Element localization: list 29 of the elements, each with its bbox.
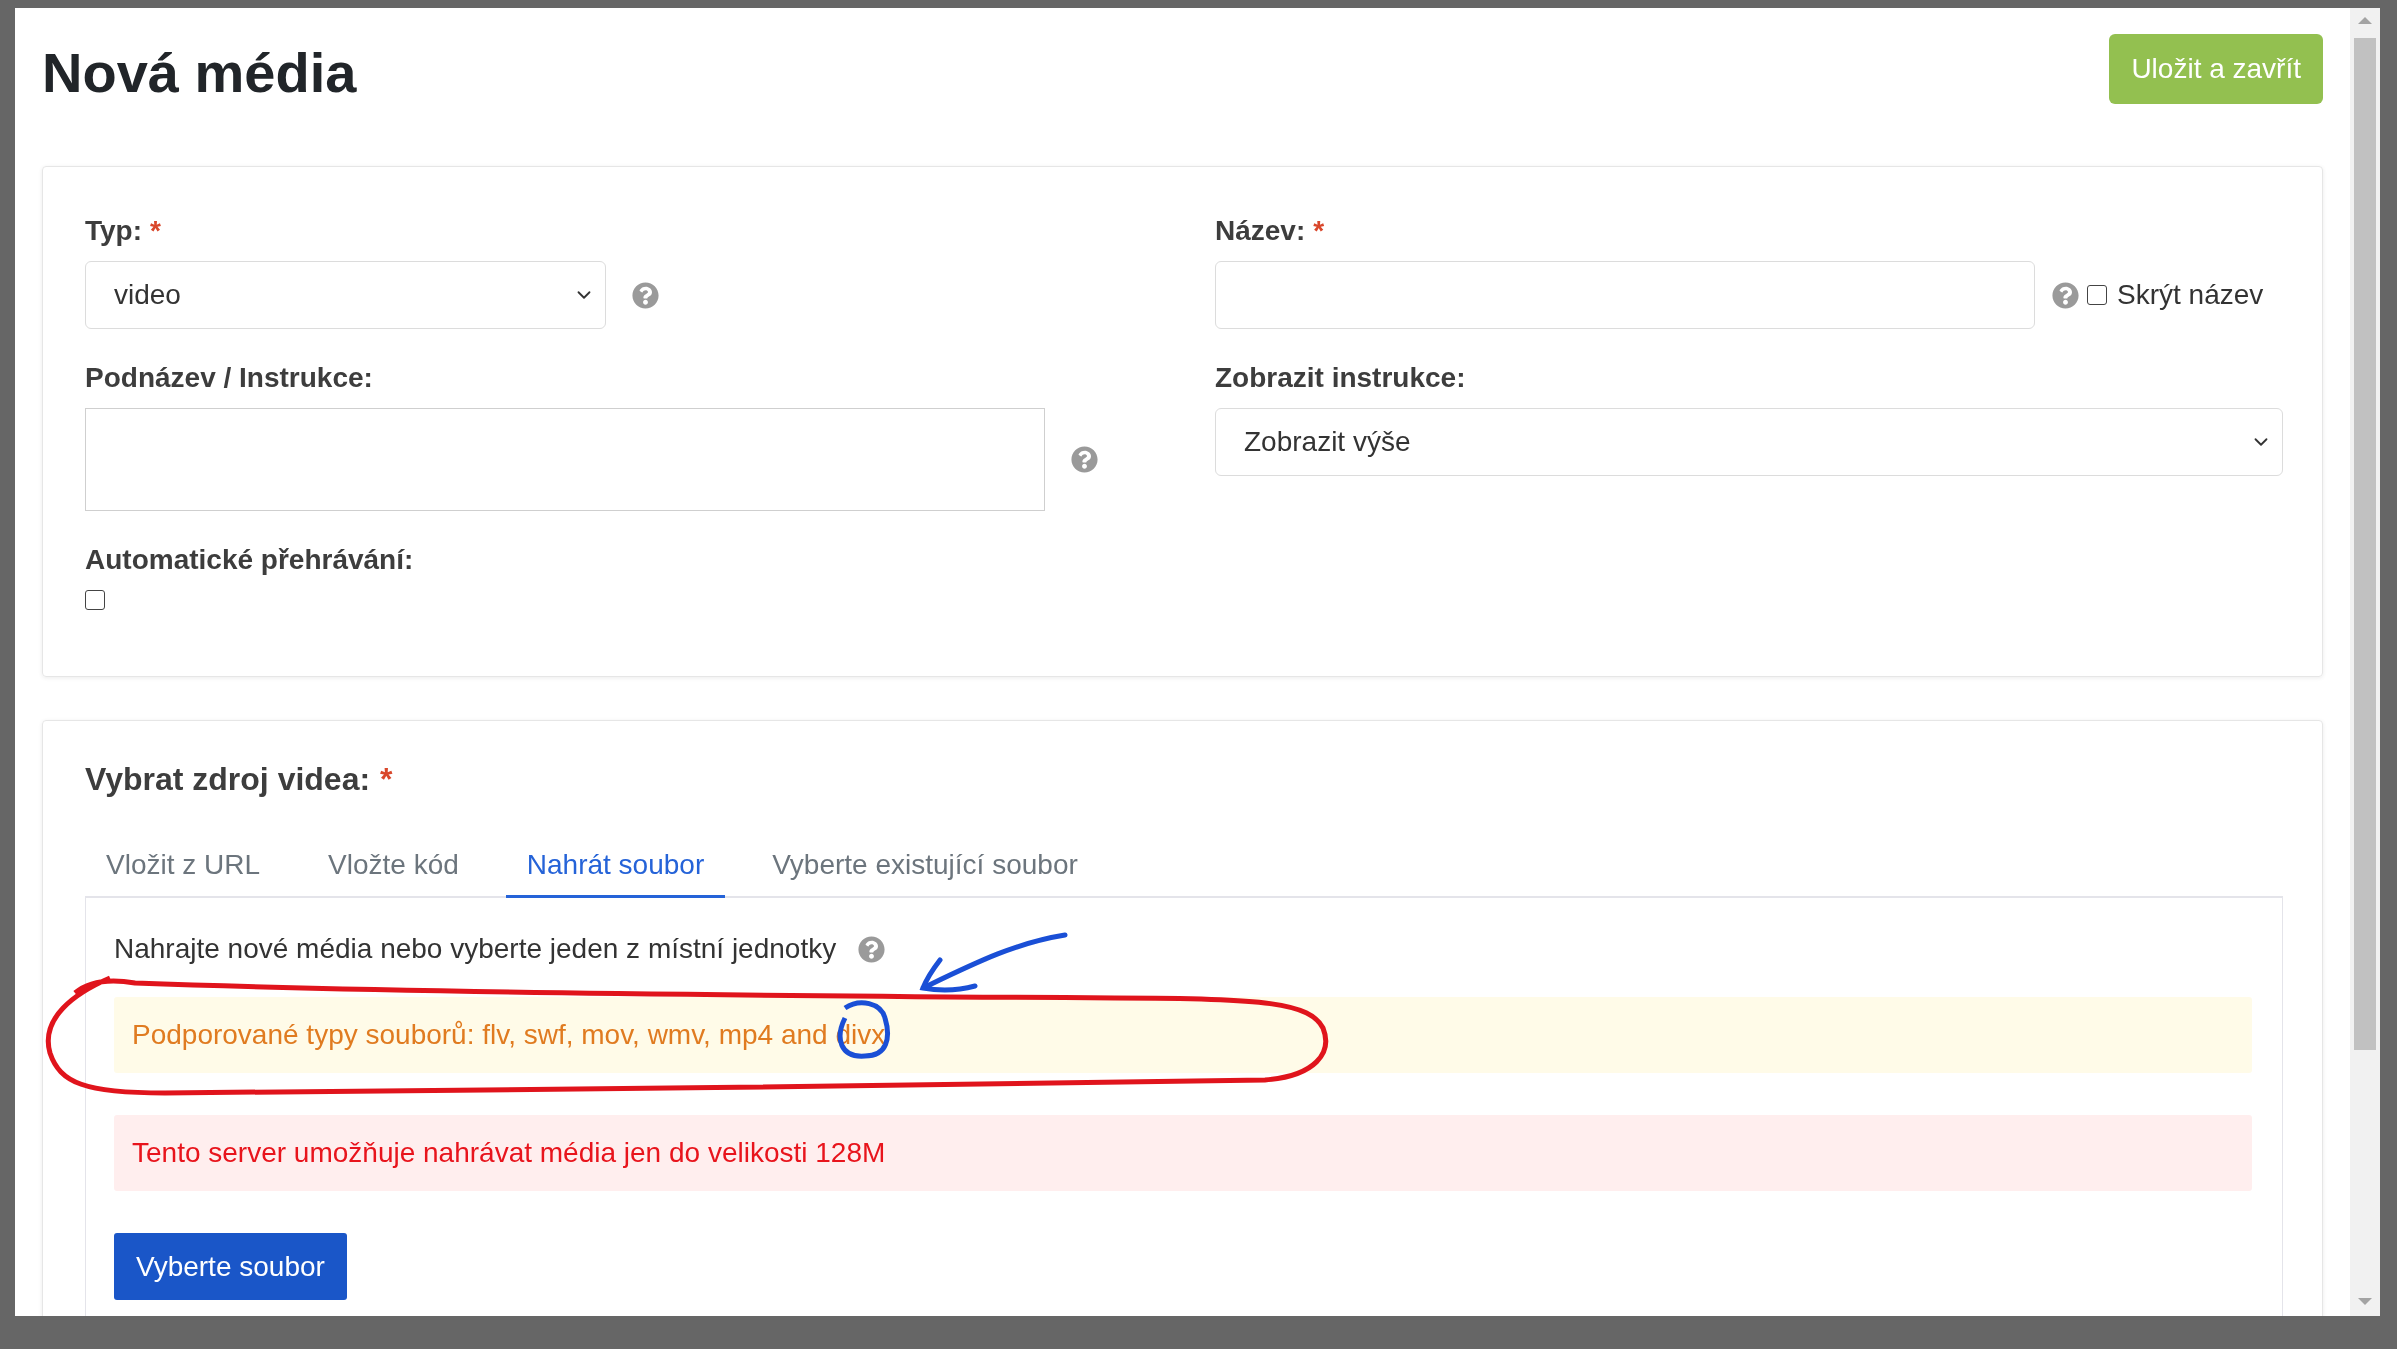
show-instructions-select[interactable]: Zobrazit výše <box>1215 408 2283 476</box>
subtitle-textarea[interactable] <box>85 408 1045 511</box>
field-label: Typ: <box>85 215 143 247</box>
help-icon[interactable] <box>632 281 659 309</box>
section-heading: Vybrat zdroj videa: <box>85 761 371 798</box>
upload-description: Nahrajte nové média nebo vyberte jeden z místní jednotky <box>114 933 837 965</box>
type-select[interactable]: video <box>85 261 606 329</box>
choose-file-button[interactable]: Vyberte soubor <box>114 1233 347 1300</box>
size-limit-notice: Tento server umožňuje nahrávat média jen do velikosti 128M <box>114 1115 2252 1191</box>
source-tab[interactable]: Vyberte existující soubor <box>751 849 1099 898</box>
help-icon[interactable] <box>2052 281 2079 309</box>
field-label: Podnázev / Instrukce: <box>85 362 373 394</box>
required-mark: * <box>1313 215 1325 247</box>
field-label: Automatické přehrávání: <box>85 544 414 576</box>
required-mark: * <box>380 761 393 798</box>
required-mark: * <box>150 215 161 247</box>
help-icon[interactable] <box>1071 446 1098 473</box>
field-label: Název: <box>1215 215 1306 247</box>
hide-name-checkbox[interactable] <box>2087 285 2107 305</box>
dialog-title: Nová média <box>42 42 357 104</box>
source-tab[interactable]: Vložte kód <box>307 849 480 898</box>
source-tab[interactable]: Nahrát soubor <box>505 849 726 898</box>
field-label: Zobrazit instrukce: <box>1215 362 1466 394</box>
autoplay-checkbox[interactable] <box>85 590 105 610</box>
help-icon[interactable] <box>858 935 886 963</box>
name-input[interactable] <box>1215 261 2035 329</box>
source-tab[interactable]: Vložit z URL <box>85 849 282 898</box>
scrollbar-drawing[interactable] <box>2350 8 2380 1316</box>
checkbox-label: Skrýt název <box>2117 279 2264 311</box>
